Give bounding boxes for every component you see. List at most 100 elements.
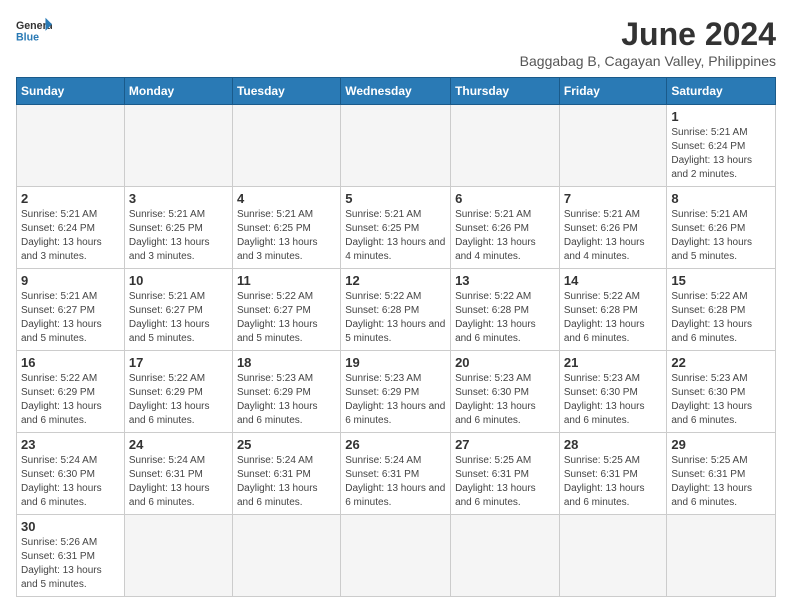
weekday-header-cell: Sunday [17, 78, 125, 105]
calendar-day-cell: 30Sunrise: 5:26 AM Sunset: 6:31 PM Dayli… [17, 515, 125, 597]
calendar-day-cell [124, 515, 232, 597]
calendar-day-cell: 21Sunrise: 5:23 AM Sunset: 6:30 PM Dayli… [559, 351, 667, 433]
calendar-day-cell: 7 Sunrise: 5:21 AM Sunset: 6:26 PM Daylig… [559, 187, 667, 269]
day-info: Sunrise: 5:25 AM Sunset: 6:31 PM Dayligh… [455, 454, 555, 510]
day-info: Sunrise: 5:22 AM Sunset: 6:28 PM Dayligh… [671, 290, 771, 346]
calendar-day-cell: 16 Sunrise: 5:22 AM Sunset: 6:29 PM Dayli… [17, 351, 125, 433]
calendar-day-cell [559, 105, 667, 187]
day-info: Sunrise: 5:24 AM Sunset: 6:31 PM Dayligh… [345, 454, 446, 510]
calendar-week-row: 2 Sunrise: 5:21 AM Sunset: 6:24 PM Daylig… [17, 187, 776, 269]
calendar-day-cell [667, 515, 776, 597]
calendar-day-cell [124, 105, 232, 187]
calendar-day-cell [451, 515, 560, 597]
calendar-day-cell: 18Sunrise: 5:23 AM Sunset: 6:29 PM Dayli… [232, 351, 340, 433]
calendar-day-cell: 28 Sunrise: 5:25 AM Sunset: 6:31 PM Dayli… [559, 433, 667, 515]
calendar-day-cell: 20Sunrise: 5:23 AM Sunset: 6:30 PM Dayli… [451, 351, 560, 433]
calendar-day-cell [559, 515, 667, 597]
day-number: 26 [345, 437, 446, 452]
generalblue-logo-icon: General Blue [16, 16, 52, 44]
weekday-header-row: SundayMondayTuesdayWednesdayThursdayFrid… [17, 78, 776, 105]
calendar-day-cell: 2 Sunrise: 5:21 AM Sunset: 6:24 PM Daylig… [17, 187, 125, 269]
calendar-day-cell: 13Sunrise: 5:22 AM Sunset: 6:28 PM Dayli… [451, 269, 560, 351]
day-number: 20 [455, 355, 555, 370]
calendar-day-cell: 14Sunrise: 5:22 AM Sunset: 6:28 PM Dayli… [559, 269, 667, 351]
day-number: 23 [21, 437, 120, 452]
day-info: Sunrise: 5:25 AM Sunset: 6:31 PM Dayligh… [564, 454, 663, 510]
svg-text:Blue: Blue [16, 32, 39, 44]
calendar-day-cell: 17Sunrise: 5:22 AM Sunset: 6:29 PM Dayli… [124, 351, 232, 433]
title-block: June 2024 Baggabag B, Cagayan Valley, Ph… [520, 16, 776, 69]
day-number: 10 [129, 273, 228, 288]
weekday-header-cell: Saturday [667, 78, 776, 105]
day-info: Sunrise: 5:21 AM Sunset: 6:27 PM Dayligh… [21, 290, 120, 346]
day-info: Sunrise: 5:26 AM Sunset: 6:31 PM Dayligh… [21, 536, 120, 592]
calendar-week-row: 9 Sunrise: 5:21 AM Sunset: 6:27 PM Daylig… [17, 269, 776, 351]
calendar-day-cell: 4 Sunrise: 5:21 AM Sunset: 6:25 PM Daylig… [232, 187, 340, 269]
day-info: Sunrise: 5:21 AM Sunset: 6:24 PM Dayligh… [21, 208, 120, 264]
day-info: Sunrise: 5:21 AM Sunset: 6:26 PM Dayligh… [671, 208, 771, 264]
calendar-day-cell: 12 Sunrise: 5:22 AM Sunset: 6:28 PM Dayli… [341, 269, 451, 351]
calendar-day-cell: 23 Sunrise: 5:24 AM Sunset: 6:30 PM Dayli… [17, 433, 125, 515]
calendar-day-cell: 8 Sunrise: 5:21 AM Sunset: 6:26 PM Daylig… [667, 187, 776, 269]
day-number: 4 [237, 191, 336, 206]
calendar-day-cell: 22 Sunrise: 5:23 AM Sunset: 6:30 PM Dayli… [667, 351, 776, 433]
day-info: Sunrise: 5:23 AM Sunset: 6:30 PM Dayligh… [671, 372, 771, 428]
day-number: 12 [345, 273, 446, 288]
weekday-header-cell: Thursday [451, 78, 560, 105]
day-number: 22 [671, 355, 771, 370]
calendar-day-cell [232, 515, 340, 597]
day-number: 24 [129, 437, 228, 452]
day-number: 27 [455, 437, 555, 452]
day-number: 8 [671, 191, 771, 206]
calendar-day-cell: 1Sunrise: 5:21 AM Sunset: 6:24 PM Daylig… [667, 105, 776, 187]
day-info: Sunrise: 5:22 AM Sunset: 6:29 PM Dayligh… [129, 372, 228, 428]
calendar-week-row: 16 Sunrise: 5:22 AM Sunset: 6:29 PM Dayli… [17, 351, 776, 433]
day-number: 7 [564, 191, 663, 206]
day-number: 3 [129, 191, 228, 206]
calendar-day-cell: 29 Sunrise: 5:25 AM Sunset: 6:31 PM Dayli… [667, 433, 776, 515]
day-info: Sunrise: 5:22 AM Sunset: 6:29 PM Dayligh… [21, 372, 120, 428]
calendar-day-cell [341, 515, 451, 597]
day-info: Sunrise: 5:25 AM Sunset: 6:31 PM Dayligh… [671, 454, 771, 510]
day-number: 29 [671, 437, 771, 452]
day-info: Sunrise: 5:23 AM Sunset: 6:29 PM Dayligh… [237, 372, 336, 428]
calendar-day-cell [341, 105, 451, 187]
day-info: Sunrise: 5:21 AM Sunset: 6:27 PM Dayligh… [129, 290, 228, 346]
day-info: Sunrise: 5:24 AM Sunset: 6:30 PM Dayligh… [21, 454, 120, 510]
day-info: Sunrise: 5:23 AM Sunset: 6:29 PM Dayligh… [345, 372, 446, 428]
calendar-table: SundayMondayTuesdayWednesdayThursdayFrid… [16, 77, 776, 597]
calendar-day-cell: 6 Sunrise: 5:21 AM Sunset: 6:26 PM Daylig… [451, 187, 560, 269]
day-number: 11 [237, 273, 336, 288]
calendar-day-cell: 5 Sunrise: 5:21 AM Sunset: 6:25 PM Daylig… [341, 187, 451, 269]
page-header: General Blue June 2024 Baggabag B, Cagay… [16, 16, 776, 69]
page-subtitle: Baggabag B, Cagayan Valley, Philippines [520, 53, 776, 69]
calendar-day-cell: 25Sunrise: 5:24 AM Sunset: 6:31 PM Dayli… [232, 433, 340, 515]
logo: General Blue [16, 16, 52, 44]
calendar-day-cell: 9 Sunrise: 5:21 AM Sunset: 6:27 PM Daylig… [17, 269, 125, 351]
calendar-day-cell [451, 105, 560, 187]
day-info: Sunrise: 5:21 AM Sunset: 6:26 PM Dayligh… [455, 208, 555, 264]
day-number: 2 [21, 191, 120, 206]
day-number: 15 [671, 273, 771, 288]
day-number: 1 [671, 109, 771, 124]
day-info: Sunrise: 5:22 AM Sunset: 6:28 PM Dayligh… [345, 290, 446, 346]
day-info: Sunrise: 5:24 AM Sunset: 6:31 PM Dayligh… [129, 454, 228, 510]
day-number: 6 [455, 191, 555, 206]
day-info: Sunrise: 5:22 AM Sunset: 6:28 PM Dayligh… [455, 290, 555, 346]
day-info: Sunrise: 5:24 AM Sunset: 6:31 PM Dayligh… [237, 454, 336, 510]
day-number: 14 [564, 273, 663, 288]
day-info: Sunrise: 5:21 AM Sunset: 6:25 PM Dayligh… [345, 208, 446, 264]
calendar-body: 1 Sunrise: 5:21 AM Sunset: 6:24 PM Daylig… [17, 105, 776, 597]
day-info: Sunrise: 5:21 AM Sunset: 6:26 PM Dayligh… [564, 208, 663, 264]
day-info: Sunrise: 5:21 AM Sunset: 6:25 PM Dayligh… [129, 208, 228, 264]
day-number: 9 [21, 273, 120, 288]
day-number: 5 [345, 191, 446, 206]
calendar-week-row: 1Sunrise: 5:21 AM Sunset: 6:24 PM Daylig… [17, 105, 776, 187]
day-number: 16 [21, 355, 120, 370]
day-info: Sunrise: 5:21 AM Sunset: 6:25 PM Dayligh… [237, 208, 336, 264]
calendar-day-cell: 19Sunrise: 5:23 AM Sunset: 6:29 PM Dayli… [341, 351, 451, 433]
calendar-week-row: 23 Sunrise: 5:24 AM Sunset: 6:30 PM Dayli… [17, 433, 776, 515]
calendar-week-row: 30Sunrise: 5:26 AM Sunset: 6:31 PM Dayli… [17, 515, 776, 597]
day-number: 28 [564, 437, 663, 452]
day-number: 21 [564, 355, 663, 370]
